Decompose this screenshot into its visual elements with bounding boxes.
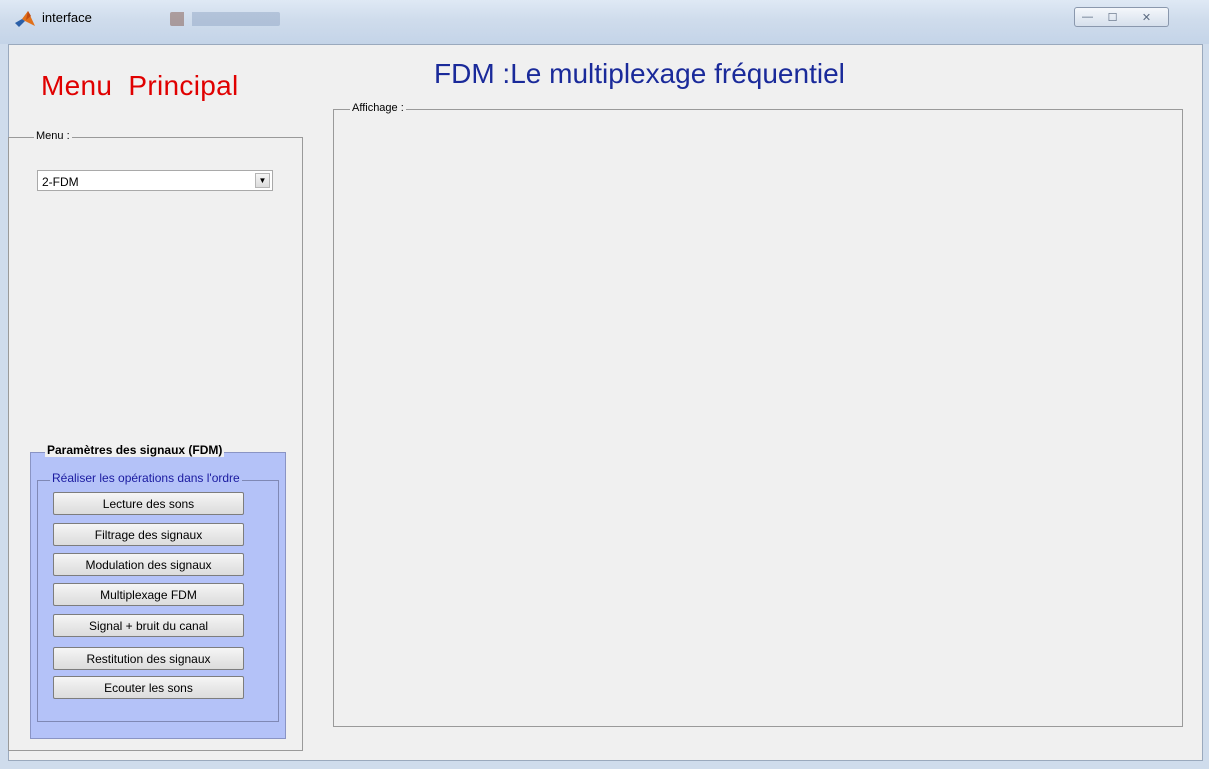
window-title: interface [42,10,92,25]
menu-select-value: 2-FDM [42,175,79,189]
chevron-down-icon[interactable]: ▼ [255,173,270,188]
affichage-panel [333,109,1183,727]
menu-principal-title: Menu Principal [41,70,239,101]
ecouter-sons-button[interactable]: Ecouter les sons [53,676,244,699]
filtrage-signaux-button[interactable]: Filtrage des signaux [53,523,244,546]
menu-select[interactable]: 2-FDM ▼ [37,170,273,191]
close-button[interactable]: ✕ [1125,7,1169,27]
page-title: FDM :Le multiplexage fréquentiel [434,58,845,89]
multiplexage-fdm-button[interactable]: Multiplexage FDM [53,583,244,606]
modulation-signaux-button[interactable]: Modulation des signaux [53,553,244,576]
lecture-sons-button[interactable]: Lecture des sons [53,492,244,515]
background-window-thumbnail [170,12,280,26]
params-panel-label: Paramètres des signaux (FDM) [45,443,225,457]
signal-bruit-button[interactable]: Signal + bruit du canal [53,614,244,637]
ordre-panel-label: Réaliser les opérations dans l'ordre [50,471,242,485]
restitution-signaux-button[interactable]: Restitution des signaux [53,647,244,670]
menu-panel-label: Menu : [34,130,72,143]
minimize-button[interactable]: — [1074,7,1101,27]
affichage-panel-label: Affichage : [350,102,406,115]
matlab-app-icon [15,11,35,27]
maximize-button[interactable]: ☐ [1100,7,1126,27]
